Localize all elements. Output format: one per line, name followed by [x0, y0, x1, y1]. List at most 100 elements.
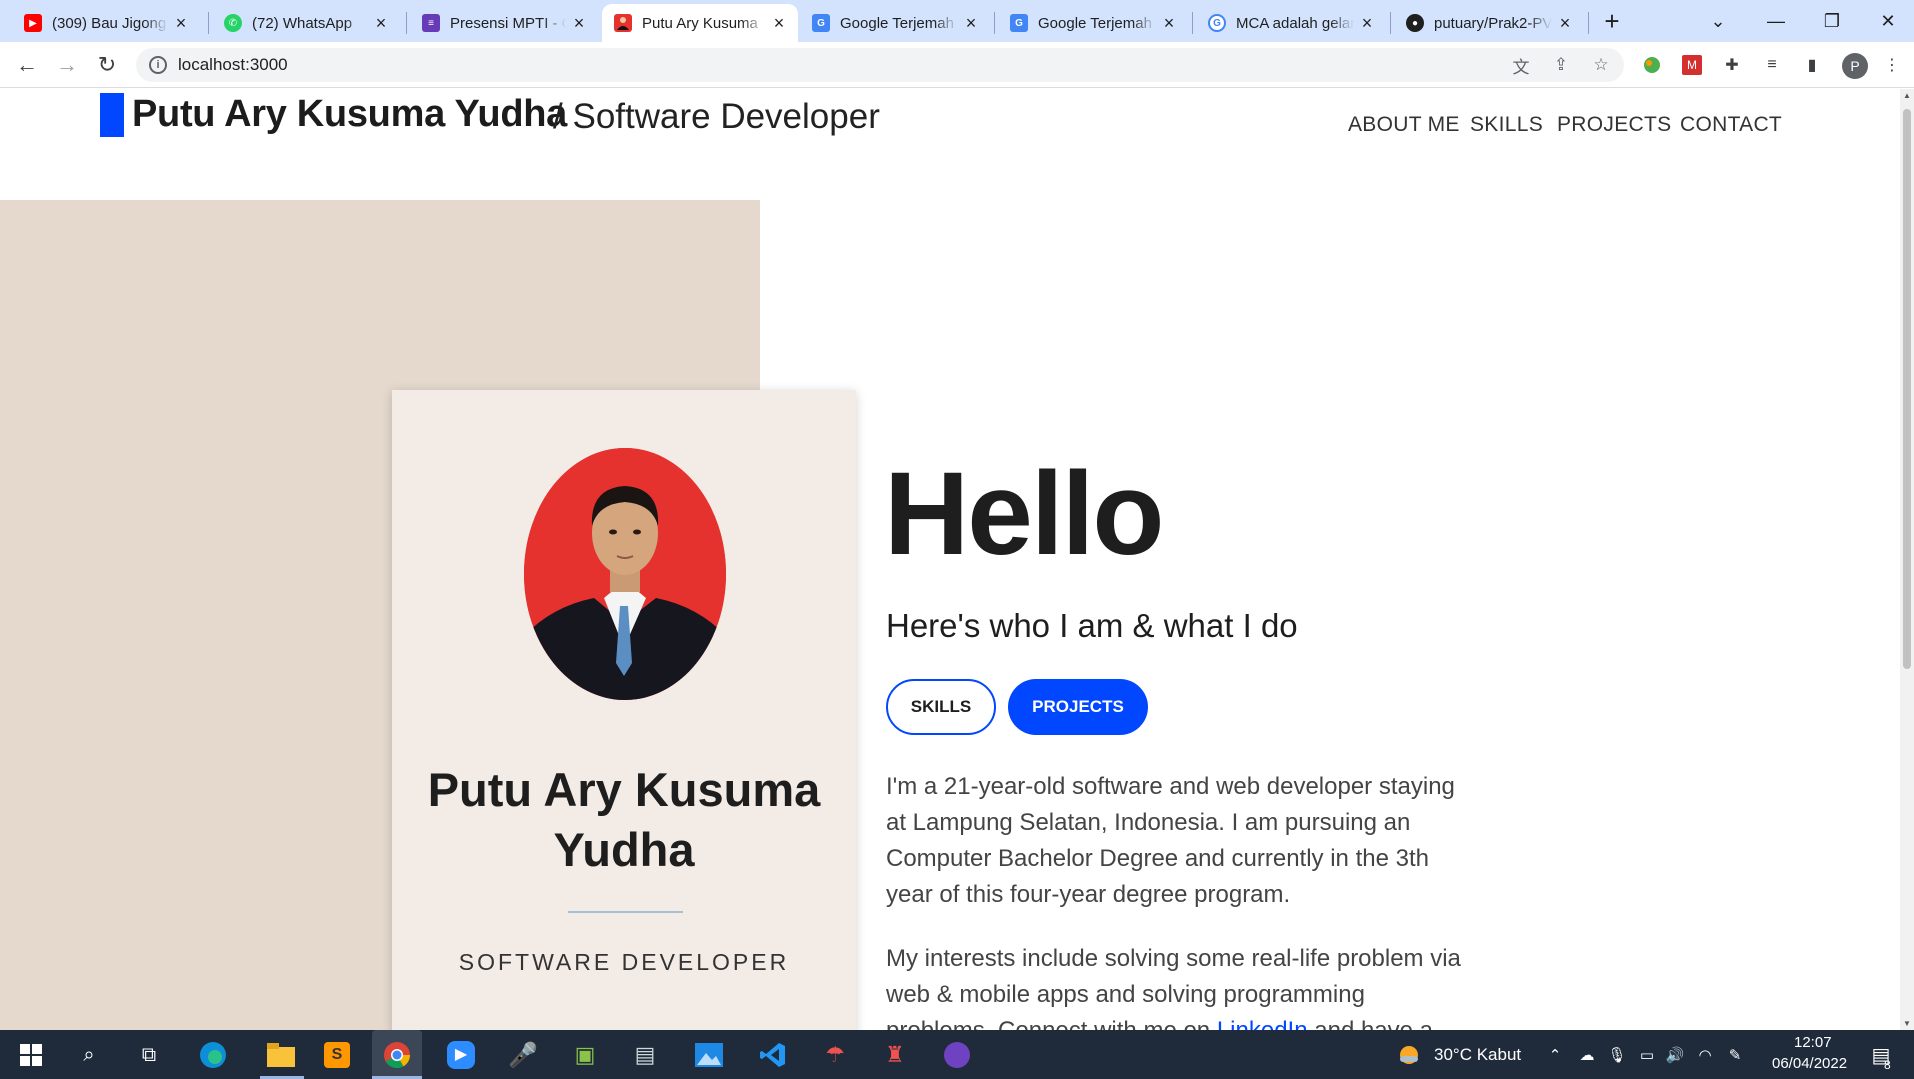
whatsapp-icon: ✆	[224, 14, 242, 32]
tab-search-icon[interactable]: ⌄	[1690, 0, 1746, 42]
tab-separator	[1390, 12, 1391, 34]
tab-separator	[1588, 12, 1589, 34]
browser-tab[interactable]: G Google Terjemah ×	[800, 4, 990, 42]
microphone-icon[interactable]: 🎙	[1606, 1044, 1628, 1066]
vscode-icon[interactable]	[756, 1038, 790, 1072]
card-divider	[568, 911, 683, 913]
projects-button[interactable]: PROJECTS	[1008, 679, 1148, 735]
brand-role-text: Software Developer	[572, 97, 880, 136]
cloud-sync-icon[interactable]: ☁	[1576, 1044, 1598, 1066]
close-tab-icon[interactable]: ×	[570, 14, 588, 32]
weather-text[interactable]: 30°C Kabut	[1434, 1045, 1521, 1065]
youtube-icon: ▶	[24, 14, 42, 32]
close-tab-icon[interactable]: ×	[1358, 14, 1376, 32]
linkedin-link[interactable]: LinkedIn	[1217, 1017, 1308, 1030]
close-tab-icon[interactable]: ×	[1556, 14, 1574, 32]
page-scrollbar[interactable]: ▲ ▼	[1900, 89, 1914, 1030]
close-tab-icon[interactable]: ×	[770, 14, 788, 32]
google-translate-icon: G	[812, 14, 830, 32]
tab-separator	[406, 12, 407, 34]
close-tab-icon[interactable]: ×	[962, 14, 980, 32]
google-forms-icon: ≡	[422, 14, 440, 32]
windows-taskbar: ⌕ ⧉ S ▶ 🎤 ▣ ▤ ☂ ♜ 30°C Kabut ⌃ ☁ 🎙 ▭ 🔊 ◠…	[0, 1030, 1914, 1079]
notification-count: 8	[1884, 1058, 1891, 1072]
clock-date[interactable]: 06/04/2022	[1772, 1055, 1847, 1072]
microphone-app-icon[interactable]: 🎤	[506, 1038, 540, 1072]
close-window-icon[interactable]: ✕	[1860, 0, 1914, 42]
volume-icon[interactable]: 🔊	[1664, 1044, 1686, 1066]
sublime-text-icon[interactable]: S	[320, 1038, 354, 1072]
page-viewport: Putu Ary Kusuma Yudha / Software Develop…	[0, 89, 1900, 1030]
clock-time[interactable]: 12:07	[1794, 1034, 1832, 1051]
forward-icon[interactable]: →	[52, 50, 82, 80]
scroll-down-arrow-icon[interactable]: ▼	[1903, 1019, 1911, 1028]
github-icon: ●	[1406, 14, 1424, 32]
media-control-icon[interactable]: ≡	[1760, 53, 1784, 77]
scrollbar-thumb[interactable]	[1903, 109, 1911, 669]
pen-icon[interactable]: ✎	[1724, 1044, 1746, 1066]
browser-tab[interactable]: G MCA adalah gelar ×	[1196, 4, 1386, 42]
wifi-icon[interactable]: ◠	[1694, 1044, 1716, 1066]
close-tab-icon[interactable]: ×	[172, 14, 190, 32]
share-icon[interactable]: ⇪	[1550, 54, 1572, 76]
profile-photo	[524, 448, 726, 700]
browser-tab[interactable]: G Google Terjemah ×	[998, 4, 1188, 42]
github-desktop-icon[interactable]	[940, 1038, 974, 1072]
browser-tab[interactable]: ≡ Presensi MPTI - G ×	[410, 4, 598, 42]
address-bar[interactable]: i localhost:3000 文 ⇪ ☆	[136, 48, 1624, 82]
about-paragraph-2-tail: and have a	[1308, 1017, 1433, 1030]
tab-separator	[994, 12, 995, 34]
site-info-icon[interactable]: i	[149, 56, 167, 74]
photos-icon[interactable]	[692, 1038, 726, 1072]
side-panel-icon[interactable]: ▮	[1800, 53, 1824, 77]
extension-globe-icon[interactable]	[1640, 53, 1664, 77]
browser-menu-icon[interactable]: ⋮	[1880, 53, 1904, 77]
translate-icon[interactable]: 文	[1510, 54, 1532, 77]
brand-separator: /	[553, 97, 563, 136]
about-paragraph-2: My interests include solving some real-l…	[886, 941, 1466, 1030]
search-icon[interactable]: ⌕	[72, 1038, 106, 1072]
profile-avatar-icon[interactable]: P	[1842, 53, 1868, 79]
browser-tab[interactable]: ● putuary/Prak2-PV ×	[1394, 4, 1584, 42]
nav-contact[interactable]: CONTACT	[1680, 113, 1782, 137]
browser-tab-strip: ▶ (309) Bau Jigong × ✆ (72) WhatsApp × ≡…	[0, 0, 1914, 42]
card-role: SOFTWARE DEVELOPER	[458, 949, 790, 975]
skills-button[interactable]: SKILLS	[886, 679, 996, 735]
browser-tab-active[interactable]: Putu Ary Kusuma ×	[602, 4, 798, 42]
minimize-icon[interactable]: —	[1748, 0, 1804, 42]
nav-skills[interactable]: SKILLS	[1470, 113, 1543, 137]
brand-accent-bar	[100, 93, 124, 137]
restore-icon[interactable]: ❐	[1804, 0, 1860, 42]
app-icon-umbrella[interactable]: ☂	[818, 1038, 852, 1072]
nav-about-me[interactable]: ABOUT ME	[1348, 113, 1460, 137]
bookmark-star-icon[interactable]: ☆	[1590, 54, 1612, 76]
profile-photo-icon	[614, 14, 632, 32]
battery-icon[interactable]: ▭	[1636, 1044, 1658, 1066]
hero-title: Hello	[884, 448, 1164, 580]
new-tab-icon[interactable]: +	[1598, 8, 1626, 36]
nav-projects[interactable]: PROJECTS	[1557, 113, 1671, 137]
browser-tab[interactable]: ✆ (72) WhatsApp ×	[212, 4, 400, 42]
reload-icon[interactable]: ↻	[92, 50, 122, 80]
zoom-icon[interactable]: ▶	[444, 1038, 478, 1072]
show-hidden-icons-icon[interactable]: ⌃	[1544, 1044, 1566, 1066]
tab-separator	[1192, 12, 1193, 34]
weather-icon[interactable]	[1392, 1038, 1426, 1072]
back-icon[interactable]: ←	[12, 50, 42, 80]
extension-mendeley-icon[interactable]: M	[1680, 53, 1704, 77]
edge-browser-icon[interactable]	[196, 1038, 230, 1072]
extensions-puzzle-icon[interactable]: ✚	[1720, 53, 1744, 77]
google-icon: G	[1208, 14, 1226, 32]
app-icon-green[interactable]: ▣	[568, 1038, 602, 1072]
chrome-icon[interactable]	[372, 1030, 422, 1079]
app-icon-window[interactable]: ▤	[628, 1038, 662, 1072]
file-explorer-icon[interactable]	[264, 1038, 298, 1072]
browser-tab[interactable]: ▶ (309) Bau Jigong ×	[12, 4, 200, 42]
close-tab-icon[interactable]: ×	[372, 14, 390, 32]
app-icon-red[interactable]: ♜	[878, 1038, 912, 1072]
windows-start-icon[interactable]	[14, 1038, 48, 1072]
task-view-icon[interactable]: ⧉	[132, 1038, 166, 1072]
close-tab-icon[interactable]: ×	[1160, 14, 1178, 32]
scroll-up-arrow-icon[interactable]: ▲	[1903, 91, 1911, 100]
brand-name[interactable]: Putu Ary Kusuma Yudha	[132, 93, 567, 136]
